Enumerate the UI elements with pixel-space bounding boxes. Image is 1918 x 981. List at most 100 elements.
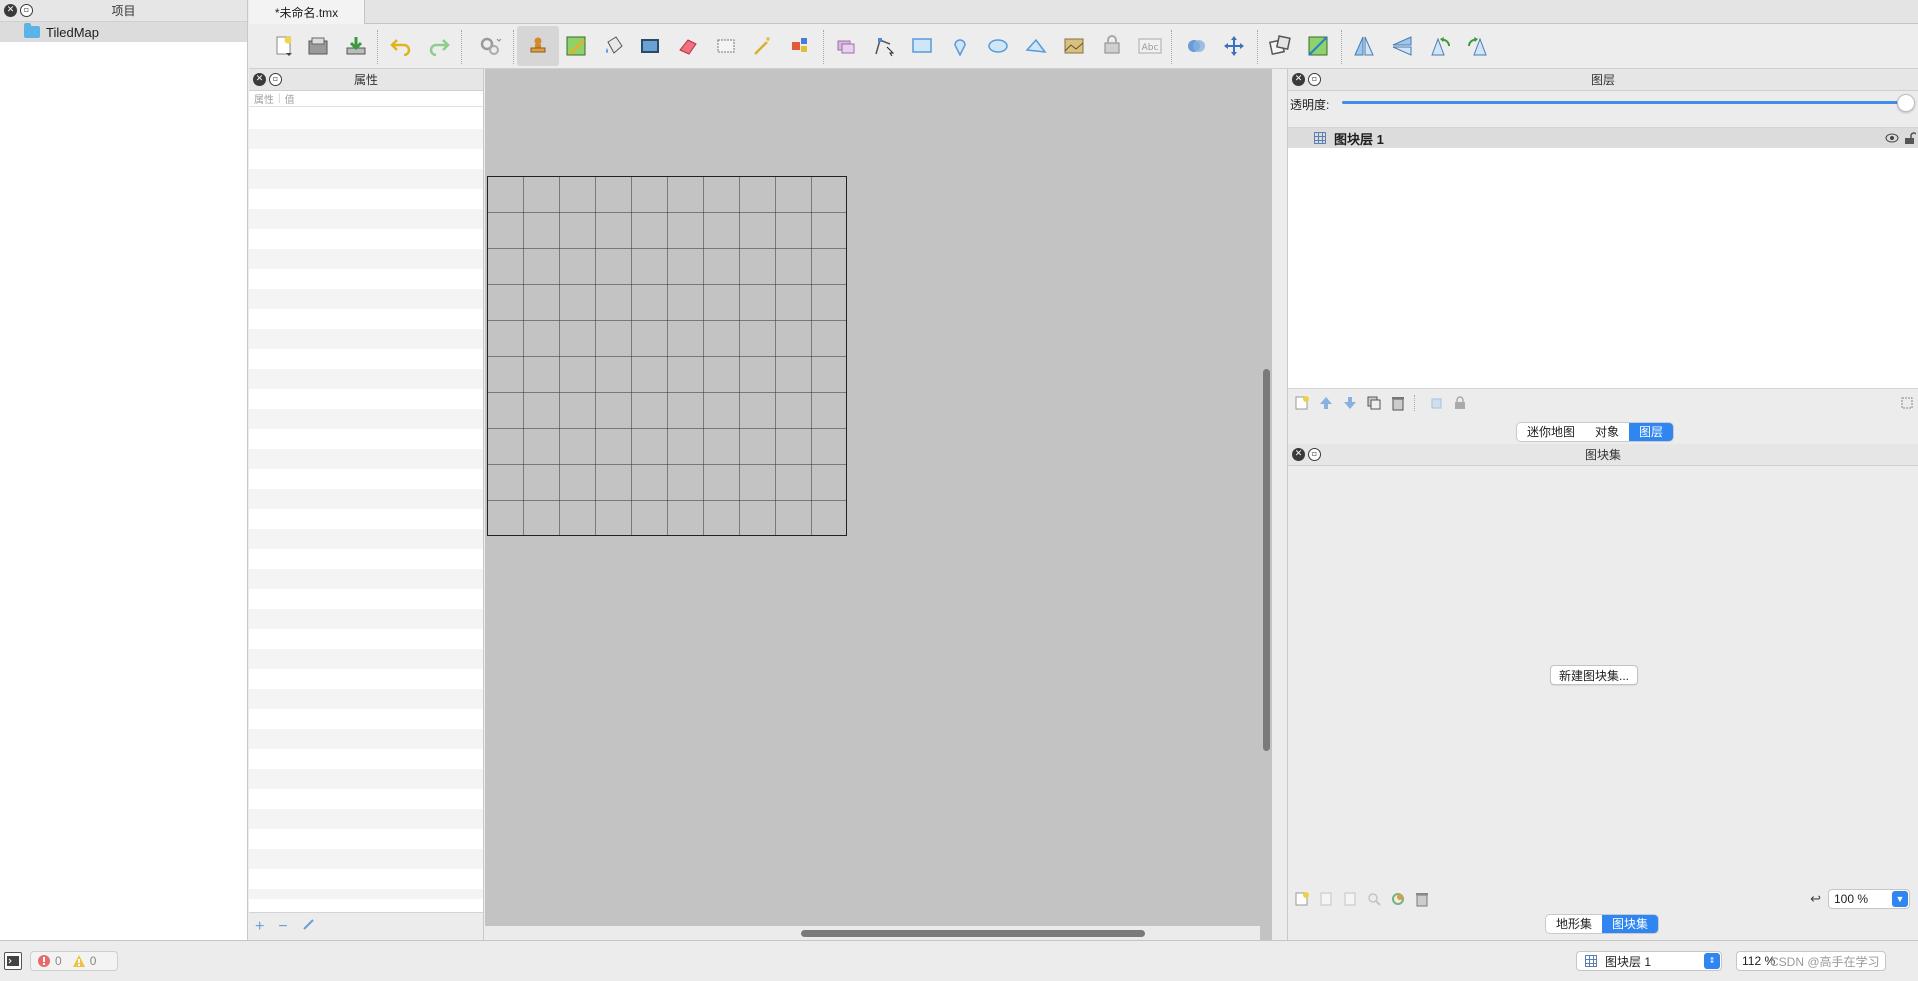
tab-minimap[interactable]: 迷你地图 <box>1517 423 1585 441</box>
toolbar-separator <box>1171 30 1172 64</box>
trash-icon <box>1416 893 1428 907</box>
insert-tile-icon <box>1064 38 1084 54</box>
project-panel: ✕ ▫ 项目 TiledMap <box>0 0 248 940</box>
move-tool[interactable] <box>1219 31 1249 61</box>
tile-map-grid[interactable] <box>487 176 847 536</box>
insert-polygon-tool[interactable] <box>1021 31 1051 61</box>
document-tab[interactable]: *未命名.tmx <box>249 0 365 24</box>
insert-ellipse-tool[interactable] <box>983 31 1013 61</box>
commands-button[interactable] <box>475 31 505 61</box>
map-canvas[interactable] <box>485 69 1272 940</box>
float-icon[interactable]: ▫ <box>20 4 33 17</box>
properties-table-body[interactable] <box>249 109 483 899</box>
magic-wand-tool[interactable] <box>747 31 777 61</box>
tab-layers[interactable]: 图层 <box>1629 423 1674 441</box>
edit-tileset-button[interactable] <box>1366 891 1382 907</box>
raise-layer-button[interactable] <box>1318 395 1334 411</box>
rotate-left-button[interactable] <box>1425 31 1455 61</box>
rectangle-select-tool[interactable] <box>711 31 741 61</box>
insert-tile-tool[interactable] <box>1059 31 1089 61</box>
duplicate-layer-button[interactable] <box>1366 395 1382 411</box>
tab-terrain-sets[interactable]: 地形集 <box>1546 915 1602 933</box>
rotate-right-button[interactable] <box>1463 31 1493 61</box>
float-icon[interactable]: ▫ <box>1308 448 1321 461</box>
tab-tilesets[interactable]: 图块集 <box>1602 915 1659 933</box>
unlock-icon[interactable] <box>1904 131 1916 145</box>
layers-toolbar <box>1288 390 1918 416</box>
float-icon[interactable]: ▫ <box>269 73 282 86</box>
insert-template-tool[interactable] <box>1097 31 1127 61</box>
current-layer-select[interactable]: 图块层 1 ⇕ <box>1576 951 1722 971</box>
undo-button[interactable] <box>386 31 416 61</box>
remove-property-button[interactable]: − <box>278 918 287 936</box>
embed-tileset-button[interactable] <box>1318 891 1334 907</box>
open-button[interactable] <box>303 31 333 61</box>
shape-fill-tool[interactable] <box>635 31 665 61</box>
dynamic-wrapping-button[interactable] <box>1390 891 1406 907</box>
close-icon[interactable]: ✕ <box>4 4 17 17</box>
delete-layer-button[interactable] <box>1390 395 1406 411</box>
wrap-icon[interactable]: ↩ <box>1810 891 1821 907</box>
updown-chevron-icon: ⇕ <box>1704 953 1720 969</box>
vertical-scrollbar[interactable] <box>1263 369 1270 751</box>
close-icon[interactable]: ✕ <box>1292 73 1305 86</box>
remove-tileset-button[interactable] <box>1414 891 1430 907</box>
add-property-button[interactable]: + <box>255 918 264 936</box>
lock-layer-button[interactable] <box>1452 395 1468 411</box>
edit-polygons-icon <box>875 38 895 57</box>
tab-objects[interactable]: 对象 <box>1585 423 1629 441</box>
eraser-tool[interactable] <box>673 31 703 61</box>
document-tab-bar: *未命名.tmx <box>249 0 1918 24</box>
insert-rectangle-tool[interactable] <box>907 31 937 61</box>
edit-polygons-tool[interactable] <box>869 31 899 61</box>
new-tileset-icon-button[interactable] <box>1294 891 1310 907</box>
world-tool[interactable] <box>1181 31 1211 61</box>
tileset-zoom-select[interactable]: 100 % ▼ <box>1828 889 1910 909</box>
gears-icon <box>480 37 502 55</box>
layer-list: 图块层 1 <box>1288 127 1918 389</box>
new-file-button[interactable] <box>269 31 299 61</box>
properties-panel-title: 属性 <box>353 73 378 87</box>
horizontal-scrollbar[interactable] <box>801 930 1145 937</box>
folder-icon <box>24 23 40 38</box>
close-icon[interactable]: ✕ <box>253 73 266 86</box>
opacity-slider-knob[interactable] <box>1897 94 1915 112</box>
random-mode-button[interactable] <box>1265 31 1295 61</box>
insert-rectangle-icon <box>912 38 932 53</box>
wang-fill-button[interactable] <box>1303 31 1333 61</box>
rename-property-button[interactable] <box>302 917 316 936</box>
layer-row[interactable]: 图块层 1 <box>1288 128 1918 148</box>
issues-counter[interactable]: 0 0 <box>30 951 118 971</box>
new-layer-button[interactable] <box>1294 395 1310 411</box>
bucket-fill-tool[interactable] <box>599 31 629 61</box>
export-tileset-button[interactable] <box>1342 891 1358 907</box>
insert-ellipse-icon <box>988 39 1008 53</box>
new-tileset-icon <box>1295 892 1309 906</box>
eye-icon[interactable] <box>1885 132 1899 144</box>
project-item-tiledmap[interactable]: TiledMap <box>0 22 247 42</box>
insert-point-tool[interactable] <box>945 31 975 61</box>
select-same-tile-tool[interactable] <box>785 31 815 61</box>
redo-button[interactable] <box>424 31 454 61</box>
rotate-left-icon <box>1431 37 1451 56</box>
select-objects-tool[interactable] <box>831 31 861 61</box>
insert-text-tool[interactable]: Abc <box>1135 31 1165 61</box>
new-tileset-button[interactable]: 新建图块集... <box>1550 665 1638 685</box>
console-toggle-button[interactable] <box>4 952 22 970</box>
float-icon[interactable]: ▫ <box>1308 73 1321 86</box>
opacity-slider-track[interactable] <box>1342 101 1902 104</box>
save-button[interactable] <box>341 31 371 61</box>
show-hide-layer-button[interactable] <box>1428 395 1444 411</box>
toolbar-separator <box>461 30 462 64</box>
bucket-icon <box>606 36 623 54</box>
lower-layer-button[interactable] <box>1342 395 1358 411</box>
flip-vertical-button[interactable] <box>1387 31 1417 61</box>
flip-horizontal-button[interactable] <box>1349 31 1379 61</box>
tilesets-panel-titlebar: ✕ ▫ 图块集 <box>1288 444 1918 466</box>
embed-icon <box>1320 892 1332 906</box>
toolbar-separator <box>513 30 514 64</box>
terrain-brush-tool[interactable] <box>561 31 591 61</box>
stamp-brush-tool[interactable] <box>517 26 559 66</box>
close-icon[interactable]: ✕ <box>1292 448 1305 461</box>
highlight-layer-button[interactable] <box>1899 395 1915 411</box>
